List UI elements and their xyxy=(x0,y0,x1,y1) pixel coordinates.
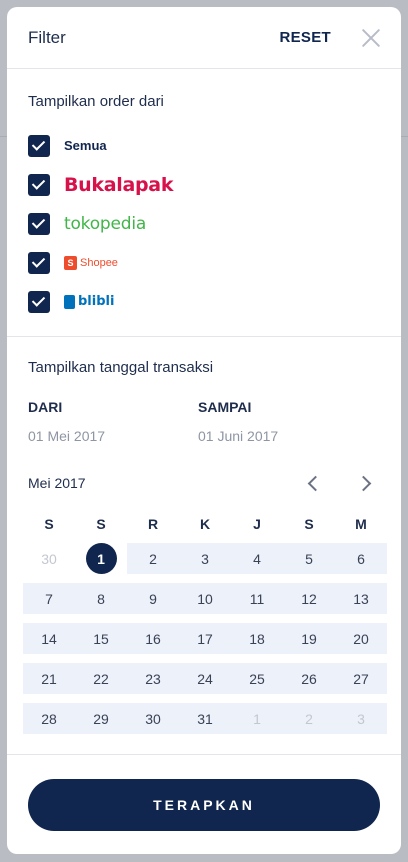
source-item-tokopedia[interactable]: tokopedia xyxy=(28,204,380,243)
calendar-day[interactable]: 13 xyxy=(335,583,387,614)
calendar-day[interactable]: 20 xyxy=(335,623,387,654)
checkbox-bukalapak[interactable] xyxy=(28,173,50,196)
modal-footer: TERAPKAN xyxy=(7,754,401,854)
date-from[interactable]: DARI 01 Mei 2017 xyxy=(28,399,198,444)
calendar-day[interactable]: 24 xyxy=(179,663,231,694)
calendar-day[interactable]: 5 xyxy=(283,543,335,574)
calendar-day[interactable]: 14 xyxy=(23,623,75,654)
calendar-month-name: Mei 2017 xyxy=(28,475,86,491)
calendar-day[interactable]: 3 xyxy=(179,543,231,574)
bukalapak-logo: Bukalapak xyxy=(64,173,174,196)
calendar-day[interactable]: 18 xyxy=(231,623,283,654)
calendar-weekdays: S S R K J S M xyxy=(23,505,387,543)
date-to-value[interactable]: 01 Juni 2017 xyxy=(198,428,368,444)
date-to-label: SAMPAI xyxy=(198,399,252,415)
calendar-day[interactable]: 7 xyxy=(23,583,75,614)
calendar-day[interactable]: 11 xyxy=(231,583,283,614)
calendar-day[interactable]: 30 xyxy=(23,543,75,574)
weekday-label: S xyxy=(304,516,314,532)
calendar-day[interactable]: 16 xyxy=(127,623,179,654)
calendar-week: 30 1 2 3 4 5 6 xyxy=(23,543,387,574)
source-item-bukalapak[interactable]: Bukalapak xyxy=(28,165,380,204)
checkbox-semua[interactable] xyxy=(28,134,50,157)
source-section: Tampilkan order dari Semua Bukalapak tok… xyxy=(7,69,401,337)
source-section-title: Tampilkan order dari xyxy=(28,93,164,110)
calendar: S S R K J S M 30 1 2 3 4 5 6 7 8 9 10 11… xyxy=(23,505,387,734)
weekday-label: S xyxy=(96,516,106,532)
weekday-label: M xyxy=(355,516,367,532)
calendar-day[interactable]: 1 xyxy=(231,703,283,734)
calendar-day[interactable]: 31 xyxy=(179,703,231,734)
source-item-semua[interactable]: Semua xyxy=(28,126,380,165)
weekday-label: R xyxy=(147,516,159,532)
date-range: DARI 01 Mei 2017 SAMPAI 01 Juni 2017 xyxy=(28,399,380,444)
date-section-title: Tampilkan tanggal transaksi xyxy=(28,359,214,376)
calendar-day[interactable]: 28 xyxy=(23,703,75,734)
calendar-day[interactable]: 4 xyxy=(231,543,283,574)
calendar-day[interactable]: 9 xyxy=(127,583,179,614)
calendar-day[interactable]: 15 xyxy=(75,623,127,654)
calendar-week: 14 15 16 17 18 19 20 xyxy=(23,623,387,654)
calendar-day-selected[interactable]: 1 xyxy=(75,543,127,574)
shopee-logo: S Shopee xyxy=(64,255,118,270)
filter-modal: Filter RESET Tampilkan order dari Semua … xyxy=(7,7,401,854)
calendar-day[interactable]: 27 xyxy=(335,663,387,694)
shopee-logo-text: Shopee xyxy=(80,256,118,269)
calendar-week: 21 22 23 24 25 26 27 xyxy=(23,663,387,694)
calendar-day[interactable]: 21 xyxy=(23,663,75,694)
chevron-left-icon[interactable] xyxy=(300,471,328,495)
modal-title: Filter xyxy=(28,27,66,47)
weekday-label: S xyxy=(44,516,54,532)
calendar-day[interactable]: 2 xyxy=(127,543,179,574)
apply-button[interactable]: TERAPKAN xyxy=(28,779,380,831)
source-item-blibli[interactable]: blibli xyxy=(28,282,380,321)
calendar-day[interactable]: 19 xyxy=(283,623,335,654)
weekday-label: J xyxy=(253,516,261,532)
checkbox-blibli[interactable] xyxy=(28,290,50,313)
calendar-day[interactable]: 2 xyxy=(283,703,335,734)
date-from-value[interactable]: 01 Mei 2017 xyxy=(28,428,198,444)
checkbox-shopee[interactable] xyxy=(28,251,50,274)
blibli-bag-icon xyxy=(64,294,75,309)
calendar-week: 28 29 30 31 1 2 3 xyxy=(23,703,387,734)
date-to[interactable]: SAMPAI 01 Juni 2017 xyxy=(198,399,368,444)
calendar-day[interactable]: 12 xyxy=(283,583,335,614)
calendar-day[interactable]: 6 xyxy=(335,543,387,574)
date-section: Tampilkan tanggal transaksi DARI 01 Mei … xyxy=(7,337,401,734)
date-from-label: DARI xyxy=(28,399,63,415)
calendar-day[interactable]: 8 xyxy=(75,583,127,614)
calendar-day[interactable]: 30 xyxy=(127,703,179,734)
calendar-day[interactable]: 10 xyxy=(179,583,231,614)
calendar-month-bar: Mei 2017 xyxy=(28,471,380,495)
weekday-label: K xyxy=(199,516,211,532)
source-item-shopee[interactable]: S Shopee xyxy=(28,243,380,282)
calendar-day[interactable]: 25 xyxy=(231,663,283,694)
calendar-day[interactable]: 29 xyxy=(75,703,127,734)
calendar-day[interactable]: 22 xyxy=(75,663,127,694)
blibli-logo-text: blibli xyxy=(78,294,115,309)
calendar-day[interactable]: 26 xyxy=(283,663,335,694)
blibli-logo: blibli xyxy=(64,294,115,309)
shopee-bag-icon: S xyxy=(64,255,77,270)
close-icon[interactable] xyxy=(361,28,381,48)
chevron-right-icon[interactable] xyxy=(352,471,380,495)
modal-header: Filter RESET xyxy=(7,7,401,69)
tokopedia-logo: tokopedia xyxy=(64,213,147,234)
calendar-day[interactable]: 3 xyxy=(335,703,387,734)
calendar-week: 7 8 9 10 11 12 13 xyxy=(23,583,387,614)
checkbox-tokopedia[interactable] xyxy=(28,212,50,235)
source-label-semua: Semua xyxy=(64,138,107,153)
calendar-day[interactable]: 17 xyxy=(179,623,231,654)
reset-button[interactable]: RESET xyxy=(279,29,331,46)
calendar-day[interactable]: 23 xyxy=(127,663,179,694)
